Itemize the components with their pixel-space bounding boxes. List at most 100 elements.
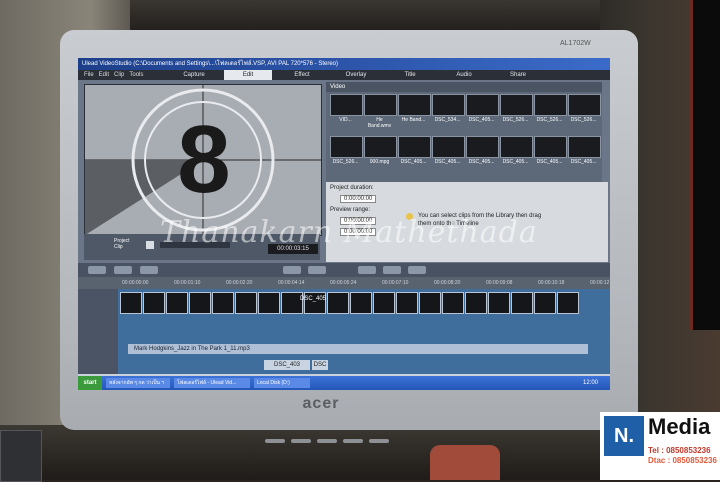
project-duration-label: Project duration: xyxy=(330,185,374,191)
thumbnail-label: VID... xyxy=(339,117,352,123)
timeline-clip[interactable] xyxy=(235,292,257,314)
thumbnail-label: DSC_405... xyxy=(468,117,495,123)
ruler-tick: 00:00:05:24 xyxy=(330,280,357,286)
library-thumbnail[interactable] xyxy=(330,94,363,116)
library-thumbnail[interactable] xyxy=(466,94,499,116)
library-thumbnail[interactable] xyxy=(466,136,499,158)
tab-overlay[interactable]: Overlay xyxy=(332,70,380,80)
timeline-clip[interactable] xyxy=(143,292,165,314)
timeline-clip[interactable] xyxy=(212,292,234,314)
thumbnail-label: DSC_526... xyxy=(332,159,359,165)
timeline-clip[interactable] xyxy=(189,292,211,314)
audio-view-button[interactable] xyxy=(140,266,158,274)
preview-window: 8 xyxy=(84,84,322,236)
thumbnail-label: DSC_526... xyxy=(502,117,529,123)
tab-capture[interactable]: Capture xyxy=(170,70,218,80)
chapter-button[interactable] xyxy=(383,266,401,274)
timeline-clip[interactable] xyxy=(488,292,510,314)
thumbnail-label: DSC_526... xyxy=(570,117,597,123)
library-thumbnail[interactable] xyxy=(364,136,397,158)
project-clip-label[interactable]: Project Clip xyxy=(114,238,138,250)
play-icon[interactable] xyxy=(146,241,154,249)
library-thumbnail[interactable] xyxy=(534,94,567,116)
zoom-in-button[interactable] xyxy=(283,266,301,274)
ruler-tick: 00:00:01:10 xyxy=(174,280,201,286)
library-thumbnail[interactable] xyxy=(432,94,465,116)
track-headers xyxy=(78,289,118,374)
thumbnail-label: DSC_405... xyxy=(468,159,495,165)
thumbnail-label: He Band... xyxy=(401,117,426,123)
taskbar-item-1[interactable]: โฟลเดอร์ไฟล์ - Ulead Vid... xyxy=(174,378,250,388)
tab-edit[interactable]: Edit xyxy=(224,70,272,80)
menu-file[interactable]: File xyxy=(84,72,94,78)
library-thumbnail[interactable] xyxy=(568,136,601,158)
timeline-clip[interactable] xyxy=(396,292,418,314)
timeline-clip[interactable] xyxy=(511,292,533,314)
timeline-clip[interactable] xyxy=(327,292,349,314)
library-thumbnail[interactable] xyxy=(500,136,533,158)
clip-label-0[interactable]: DSC_405 xyxy=(300,296,326,302)
timeline-clip[interactable] xyxy=(557,292,579,314)
thumbnail-label: 000.mpg xyxy=(369,159,390,165)
timeline-clip[interactable] xyxy=(442,292,464,314)
library-thumbnail[interactable] xyxy=(398,136,431,158)
ruler-tick: 00:00:12:14 xyxy=(590,280,610,286)
preview-range-label: Preview range: xyxy=(330,207,371,213)
menu-tools[interactable]: Tools xyxy=(129,72,143,78)
timeline-clip[interactable] xyxy=(166,292,188,314)
library-thumbnail[interactable] xyxy=(534,136,567,158)
timeline-clip[interactable] xyxy=(534,292,556,314)
library-header[interactable]: Video xyxy=(326,82,602,92)
library-thumbnail[interactable] xyxy=(432,136,465,158)
step-tabs: Capture Edit Effect Overlay Title Audio … xyxy=(170,70,548,80)
logo-mark: N. xyxy=(604,416,644,456)
timeline-clip[interactable] xyxy=(373,292,395,314)
zoom-out-button[interactable] xyxy=(308,266,326,274)
library-thumbnail[interactable] xyxy=(500,94,533,116)
timeline-view-button[interactable] xyxy=(114,266,132,274)
start-button[interactable]: start xyxy=(78,376,102,390)
monitor-model: AL1702W xyxy=(560,40,591,47)
monitor-brand: acer xyxy=(302,395,340,412)
ruler-tick: 00:00:08:20 xyxy=(434,280,461,286)
tab-effect[interactable]: Effect xyxy=(278,70,326,80)
menu-clip[interactable]: Clip xyxy=(114,72,124,78)
window-frame xyxy=(690,0,720,330)
taskbar-item-0[interactable]: หลังจากอัพ ๆ กด ว่าเป็น ฯ xyxy=(106,378,170,388)
tab-audio[interactable]: Audio xyxy=(440,70,488,80)
ruler-tick: 00:00:09:08 xyxy=(486,280,513,286)
audio-clip[interactable]: Mark Hodgkins_Jazz in The Park 1_11.mp3 xyxy=(128,344,588,354)
library-thumbnail[interactable] xyxy=(568,94,601,116)
clip-label-2[interactable]: DSC xyxy=(312,360,328,370)
timeline-ruler: 00:00:00:00 00:00:01:10 00:00:02:20 00:00:0… xyxy=(78,277,610,289)
library-thumbnail[interactable] xyxy=(398,94,431,116)
library-thumbnail[interactable] xyxy=(364,94,397,116)
clip-label-1[interactable]: DSC_403 xyxy=(264,360,310,370)
track-manager-button[interactable] xyxy=(358,266,376,274)
logo-dtac: Dtac : 0850853236 xyxy=(648,456,717,465)
monitor-buttons[interactable] xyxy=(265,430,415,443)
thumbnail-label: DSC_534... xyxy=(434,117,461,123)
timeline-clip[interactable] xyxy=(120,292,142,314)
storyboard-view-button[interactable] xyxy=(88,266,106,274)
timeline-clip[interactable] xyxy=(350,292,372,314)
side-device xyxy=(0,430,42,482)
timeline-clip[interactable] xyxy=(258,292,280,314)
tab-title[interactable]: Title xyxy=(386,70,434,80)
app-title-bar: Ulead VideoStudio (C:\Documents and Sett… xyxy=(78,58,610,70)
thumbnail-label: DSC_405... xyxy=(434,159,461,165)
ruler-tick: 00:00:04:14 xyxy=(278,280,305,286)
taskbar-item-2[interactable]: Local Disk (D:) xyxy=(254,378,310,388)
menu-edit[interactable]: Edit xyxy=(99,72,109,78)
project-duration-field[interactable]: 0:00:00:00 xyxy=(340,195,377,203)
library-thumbnail[interactable] xyxy=(330,136,363,158)
logo-tel: Tel : 0850853236 xyxy=(648,446,711,455)
timeline-clip[interactable] xyxy=(419,292,441,314)
logo-name: Media xyxy=(648,414,711,439)
mixer-button[interactable] xyxy=(408,266,426,274)
tab-share[interactable]: Share xyxy=(494,70,542,80)
ruler-tick: 00:00:10:18 xyxy=(538,280,565,286)
menu: File Edit Clip Tools xyxy=(84,70,148,80)
timeline-clip[interactable] xyxy=(465,292,487,314)
thumbnail-label: DSC_405... xyxy=(570,159,597,165)
